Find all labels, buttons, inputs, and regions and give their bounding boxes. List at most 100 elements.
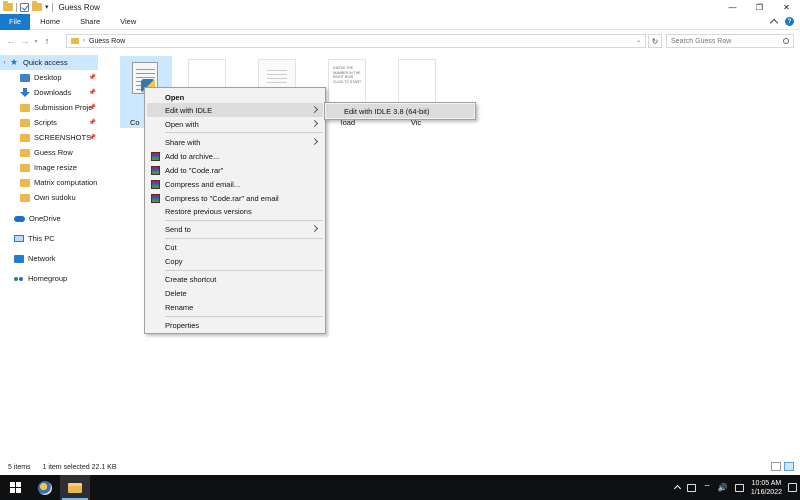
- customize-toolbar-chevron-icon[interactable]: ▾: [45, 3, 49, 11]
- keyboard-icon[interactable]: [734, 483, 744, 492]
- toolbar-divider: [51, 2, 53, 12]
- details-view-icon[interactable]: [771, 462, 781, 471]
- sidebar-item-label: Desktop: [34, 73, 62, 82]
- sidebar-item-onedrive[interactable]: OneDrive: [0, 211, 98, 226]
- address-bar[interactable]: › Guess Row ⌄: [66, 34, 646, 48]
- sidebar-item-guess-row[interactable]: Guess Row: [0, 145, 98, 160]
- search-box[interactable]: [666, 34, 794, 48]
- taskbar-app-idle[interactable]: [30, 475, 60, 500]
- menu-item-restore-previous-versions[interactable]: Restore previous versions: [147, 204, 323, 218]
- sidebar-item-this-pc[interactable]: This PC: [0, 231, 98, 246]
- help-icon[interactable]: ?: [785, 17, 794, 26]
- menu-separator: [165, 316, 323, 317]
- clock[interactable]: 10:05 AM 1/16/2022: [751, 479, 782, 497]
- menu-item-share-with[interactable]: Share with: [147, 135, 323, 149]
- menu-separator: [165, 238, 323, 239]
- menu-item-edit-with-idle[interactable]: Edit with IDLE: [147, 103, 323, 117]
- view-toggle-group: [771, 462, 794, 471]
- taskbar-app-file-explorer[interactable]: [60, 475, 90, 500]
- windows-logo-icon: [9, 482, 21, 493]
- menu-item-label: Edit with IDLE: [165, 105, 213, 115]
- context-menu: Open Edit with IDLE Open with Share with…: [144, 87, 326, 334]
- folder-icon: [20, 178, 30, 187]
- new-folder-icon[interactable]: [32, 1, 42, 11]
- menu-item-label: Add to "Code.rar": [165, 165, 224, 175]
- menu-item-add-to-code-rar[interactable]: Add to "Code.rar": [147, 163, 323, 177]
- edit-with-idle-submenu: Edit with IDLE 3.8 (64-bit): [324, 102, 476, 120]
- pin-icon: 📌: [88, 135, 96, 141]
- properties-icon[interactable]: [20, 2, 29, 12]
- sidebar-item-quick-access[interactable]: › ★ Quick access: [0, 55, 98, 70]
- search-icon: [783, 38, 789, 44]
- maximize-button[interactable]: ❐: [746, 0, 773, 14]
- menu-item-add-to-archive[interactable]: Add to archive...: [147, 149, 323, 163]
- menu-item-rename[interactable]: Rename: [147, 300, 323, 314]
- menu-item-compress-to-code-rar-and-email[interactable]: Compress to "Code.rar" and email: [147, 191, 323, 205]
- wifi-icon[interactable]: ⌔: [703, 483, 711, 493]
- menu-item-label: Add to archive...: [165, 151, 220, 161]
- menu-item-send-to[interactable]: Send to: [147, 222, 323, 236]
- address-dropdown-icon[interactable]: ⌄: [636, 37, 641, 44]
- notifications-icon[interactable]: [788, 483, 797, 492]
- submenu-arrow-icon: [310, 105, 319, 114]
- sidebar-item-scripts[interactable]: Scripts 📌: [0, 115, 98, 130]
- breadcrumb-current[interactable]: Guess Row: [89, 38, 125, 45]
- status-bar: 5 items 1 item selected 22.1 KB: [0, 460, 800, 475]
- sidebar-item-label: Scripts: [34, 118, 57, 127]
- menu-item-open[interactable]: Open: [147, 90, 323, 104]
- expand-chevron-icon[interactable]: ›: [0, 60, 9, 66]
- sidebar-item-desktop[interactable]: Desktop 📌: [0, 70, 98, 85]
- expand-ribbon-icon[interactable]: [769, 18, 779, 28]
- tab-file[interactable]: File: [0, 13, 31, 30]
- folder-icon: [71, 38, 79, 44]
- menu-item-copy[interactable]: Copy: [147, 254, 323, 268]
- menu-item-create-shortcut[interactable]: Create shortcut: [147, 272, 323, 286]
- up-arrow-icon[interactable]: ↑: [40, 36, 54, 46]
- start-button[interactable]: [0, 475, 30, 500]
- battery-icon[interactable]: [687, 483, 697, 492]
- menu-item-cut[interactable]: Cut: [147, 240, 323, 254]
- refresh-button[interactable]: ↻: [648, 34, 662, 48]
- tab-view[interactable]: View: [110, 14, 146, 30]
- sidebar-item-matrix-computation[interactable]: Matrix computation: [0, 175, 98, 190]
- folder-icon: [20, 163, 30, 172]
- back-arrow-icon[interactable]: ←: [4, 36, 18, 46]
- close-button[interactable]: ✕: [773, 0, 800, 14]
- star-icon: ★: [9, 57, 19, 67]
- minimize-button[interactable]: —: [719, 0, 746, 14]
- pin-icon: 📌: [88, 120, 96, 126]
- menu-item-label: Share with: [165, 137, 201, 147]
- menu-separator: [165, 132, 323, 133]
- recent-locations-chevron-icon[interactable]: ▾: [32, 38, 40, 45]
- large-icons-view-icon[interactable]: [784, 462, 794, 471]
- menu-item-label: Compress and email...: [165, 179, 241, 189]
- window-controls: — ❐ ✕: [719, 0, 800, 14]
- system-tray: ⌔ 🔊 10:05 AM 1/16/2022: [674, 475, 782, 500]
- tab-share[interactable]: Share: [70, 14, 110, 30]
- sidebar-item-submission-projects[interactable]: Submission Proje 📌: [0, 100, 98, 115]
- sidebar-item-network[interactable]: Network: [0, 251, 98, 266]
- clock-date: 1/16/2022: [750, 488, 782, 496]
- ribbon-right-controls: ?: [769, 17, 794, 28]
- sidebar-item-own-sudoku[interactable]: Own sudoku: [0, 190, 98, 205]
- tab-home[interactable]: Home: [30, 14, 70, 30]
- menu-item-compress-and-email[interactable]: Compress and email...: [147, 177, 323, 191]
- search-input[interactable]: [671, 37, 779, 45]
- menu-item-label: Compress to "Code.rar" and email: [165, 193, 279, 203]
- sidebar-item-downloads[interactable]: Downloads 📌: [0, 85, 98, 100]
- sidebar-item-screenshots[interactable]: SCREENSHOTS 📌: [0, 130, 98, 145]
- network-icon: [14, 254, 24, 263]
- menu-item-edit-with-idle-38[interactable]: Edit with IDLE 3.8 (64-bit): [326, 104, 474, 118]
- menu-item-delete[interactable]: Delete: [147, 286, 323, 300]
- selection-info: 1 item selected 22.1 KB: [42, 464, 117, 471]
- download-icon: [20, 88, 30, 97]
- show-hidden-icons-chevron-icon[interactable]: [674, 484, 682, 493]
- breadcrumb-separator-icon[interactable]: ›: [83, 38, 85, 44]
- sidebar-item-homegroup[interactable]: Homegroup: [0, 271, 98, 286]
- forward-arrow-icon[interactable]: →: [18, 36, 32, 46]
- sidebar-item-label: This PC: [28, 234, 55, 243]
- menu-item-properties[interactable]: Properties: [147, 318, 323, 332]
- menu-item-open-with[interactable]: Open with: [147, 117, 323, 131]
- sidebar-item-image-resize[interactable]: Image resize: [0, 160, 98, 175]
- volume-icon[interactable]: 🔊: [718, 483, 728, 492]
